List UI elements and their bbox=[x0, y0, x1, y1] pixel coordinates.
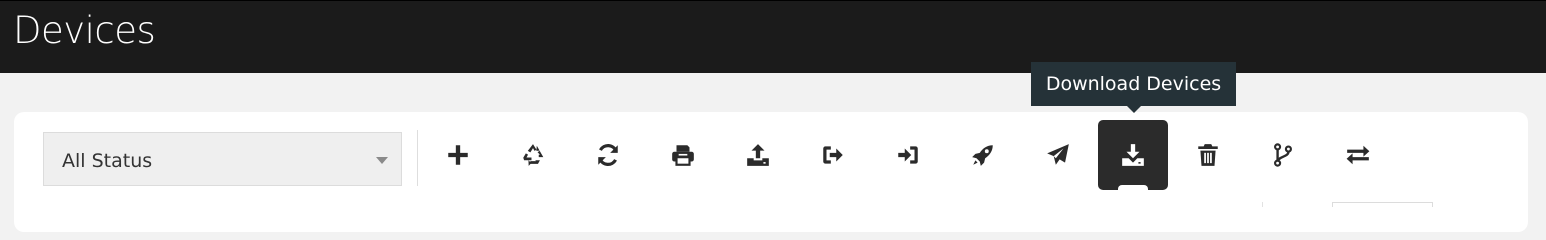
download-devices-button[interactable] bbox=[1098, 120, 1168, 191]
paper-plane-icon bbox=[1047, 144, 1069, 165]
send-button[interactable] bbox=[1023, 120, 1093, 190]
refresh-icon bbox=[598, 144, 618, 166]
trash-icon bbox=[1198, 144, 1218, 166]
column-box bbox=[1332, 202, 1433, 207]
status-filter-select[interactable]: All Status bbox=[43, 132, 402, 186]
exchange-icon bbox=[1346, 145, 1370, 165]
sign-in-button[interactable] bbox=[873, 120, 943, 190]
plus-icon bbox=[448, 145, 468, 165]
table-divider bbox=[1262, 202, 1263, 207]
sign-in-icon bbox=[898, 146, 918, 164]
print-icon bbox=[672, 145, 694, 166]
rocket-button[interactable] bbox=[948, 120, 1018, 190]
transfer-button[interactable] bbox=[1323, 120, 1393, 190]
status-filter-value: All Status bbox=[62, 150, 153, 172]
refresh-button[interactable] bbox=[573, 120, 643, 190]
rocket-icon bbox=[972, 145, 993, 166]
code-branch-icon bbox=[1274, 143, 1292, 167]
sign-out-icon bbox=[823, 146, 843, 164]
page-title: Devices bbox=[13, 9, 156, 52]
toolbar-divider bbox=[417, 130, 418, 186]
add-button[interactable] bbox=[423, 120, 493, 190]
sign-out-button[interactable] bbox=[798, 120, 868, 190]
recycle-button[interactable] bbox=[498, 120, 568, 190]
upload-icon bbox=[747, 144, 769, 166]
chevron-down-icon bbox=[376, 157, 388, 164]
tooltip: Download Devices bbox=[1031, 62, 1236, 113]
branch-button[interactable] bbox=[1248, 120, 1318, 190]
header-bar: Devices bbox=[0, 0, 1546, 73]
recycle-icon bbox=[523, 144, 544, 166]
print-button[interactable] bbox=[648, 120, 718, 190]
upload-button[interactable] bbox=[723, 120, 793, 190]
download-icon bbox=[1122, 144, 1144, 166]
delete-button[interactable] bbox=[1173, 120, 1243, 190]
